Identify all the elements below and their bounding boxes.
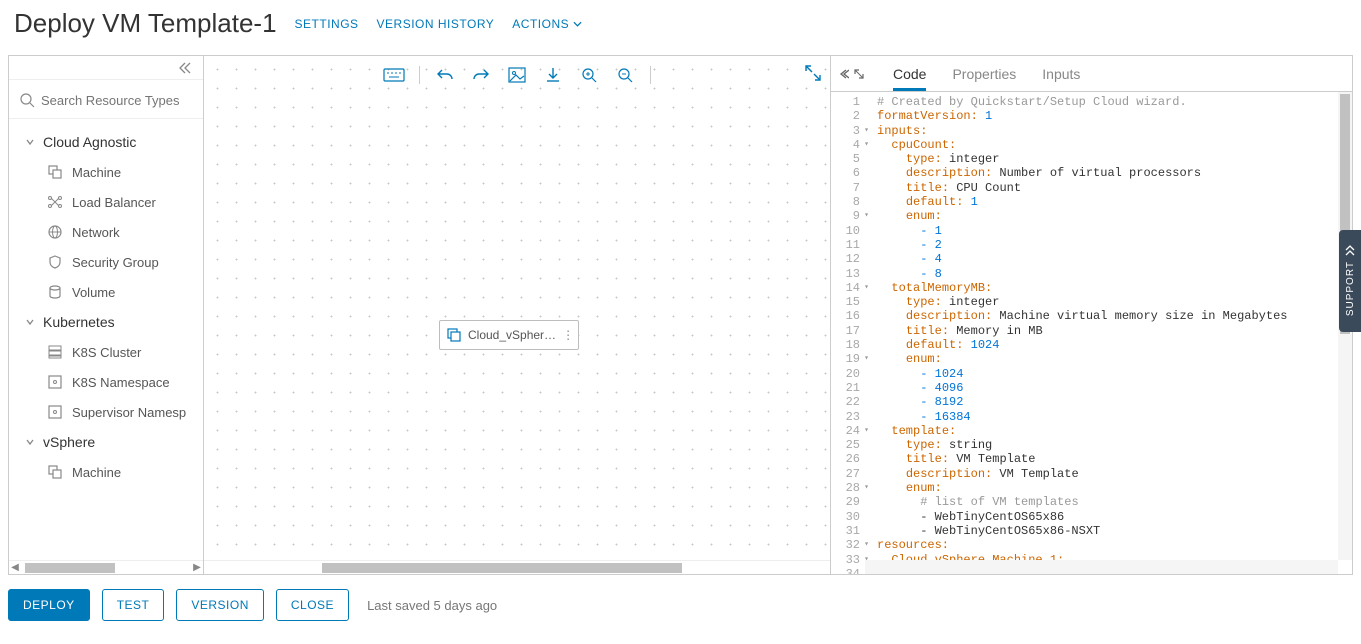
chevron-down-icon (25, 137, 35, 147)
resource-icon (47, 254, 63, 270)
code-tabs: Code Properties Inputs (831, 56, 1352, 92)
canvas-grid (204, 56, 830, 560)
node-menu-icon[interactable]: ⋮ (562, 328, 573, 342)
canvas-toolbar (383, 64, 651, 86)
resource-sidebar: Cloud Agnostic Machine Load Balancer Networ… (9, 56, 204, 574)
canvas-node[interactable]: Cloud_vSpher… ⋮ (439, 320, 579, 350)
actions-menu[interactable]: ACTIONS (512, 17, 582, 31)
resource-icon (47, 284, 63, 300)
design-canvas[interactable]: Cloud_vSpher… ⋮ (204, 56, 830, 560)
canvas-hscroll[interactable] (204, 560, 830, 574)
actions-label: ACTIONS (512, 17, 569, 31)
resource-icon (47, 404, 63, 420)
download-icon[interactable] (542, 64, 564, 86)
code-panel: Code Properties Inputs 12345678910111213… (830, 56, 1352, 574)
resource-icon (47, 224, 63, 240)
page-title: Deploy VM Template-1 (14, 8, 277, 39)
group-label: vSphere (43, 434, 95, 450)
tree-item[interactable]: Load Balancer (15, 187, 203, 217)
tab-code[interactable]: Code (893, 57, 926, 91)
chevron-down-icon (25, 317, 35, 327)
collapse-left-icon (177, 60, 193, 76)
test-button[interactable]: TEST (102, 589, 165, 621)
chevron-down-icon (25, 437, 35, 447)
footer: DEPLOY TEST VERSION CLOSE Last saved 5 d… (0, 575, 1361, 635)
tree-item[interactable]: K8S Cluster (15, 337, 203, 367)
scrollbar-thumb[interactable] (25, 563, 115, 573)
tree-item[interactable]: Machine (15, 457, 203, 487)
item-label: Machine (72, 465, 121, 480)
tree-item[interactable]: K8S Namespace (15, 367, 203, 397)
save-status: Last saved 5 days ago (367, 598, 497, 613)
settings-link[interactable]: SETTINGS (295, 17, 359, 31)
support-label: SUPPORT (1345, 261, 1356, 316)
zoom-out-icon[interactable] (614, 64, 636, 86)
chevron-down-icon (573, 21, 582, 27)
undo-icon[interactable] (434, 64, 456, 86)
resource-icon (47, 164, 63, 180)
item-label: Network (72, 225, 120, 240)
editor-gutter: 1234567891011121314151617181920212223242… (831, 92, 865, 574)
sidebar-hscroll[interactable]: ◀ ▶ (9, 560, 203, 574)
item-label: K8S Cluster (72, 345, 141, 360)
item-label: Volume (72, 285, 115, 300)
image-icon[interactable] (506, 64, 528, 86)
search-icon (19, 92, 35, 108)
resource-tree[interactable]: Cloud Agnostic Machine Load Balancer Networ… (9, 119, 203, 560)
tree-group[interactable]: vSphere (15, 427, 203, 457)
scroll-right-icon[interactable]: ▶ (191, 562, 203, 573)
yaml-editor[interactable]: 1234567891011121314151617181920212223242… (831, 92, 1352, 574)
keyboard-icon[interactable] (383, 64, 405, 86)
tree-item[interactable]: Volume (15, 277, 203, 307)
group-label: Cloud Agnostic (43, 134, 136, 150)
item-label: Load Balancer (72, 195, 156, 210)
editor-body[interactable]: # Created by Quickstart/Setup Cloud wiza… (865, 92, 1352, 574)
version-button[interactable]: VERSION (176, 589, 264, 621)
sidebar-collapse-button[interactable] (9, 56, 203, 80)
tree-item[interactable]: Network (15, 217, 203, 247)
tab-inputs[interactable]: Inputs (1042, 57, 1080, 91)
deploy-button[interactable]: DEPLOY (8, 589, 90, 621)
item-label: Supervisor Namesp (72, 405, 186, 420)
support-tab[interactable]: SUPPORT (1339, 230, 1361, 332)
item-label: Security Group (72, 255, 159, 270)
zoom-in-icon[interactable] (578, 64, 600, 86)
tree-item[interactable]: Security Group (15, 247, 203, 277)
design-canvas-wrap: Cloud_vSpher… ⋮ (204, 56, 830, 574)
close-button[interactable]: CLOSE (276, 589, 349, 621)
page-header: Deploy VM Template-1 SETTINGS VERSION HI… (0, 0, 1361, 55)
editor-hscroll[interactable] (865, 560, 1338, 574)
workspace: Cloud Agnostic Machine Load Balancer Networ… (8, 55, 1353, 575)
collapse-up-icon (1344, 245, 1356, 257)
tree-item[interactable]: Machine (15, 157, 203, 187)
search-input[interactable] (41, 93, 193, 108)
tree-group[interactable]: Cloud Agnostic (15, 127, 203, 157)
expand-canvas-button[interactable] (804, 64, 822, 82)
resource-icon (47, 374, 63, 390)
sidebar-search[interactable] (9, 80, 203, 119)
redo-icon[interactable] (470, 64, 492, 86)
resource-icon (47, 344, 63, 360)
vm-stack-icon (446, 327, 462, 343)
group-label: Kubernetes (43, 314, 115, 330)
tree-item[interactable]: Supervisor Namesp (15, 397, 203, 427)
resource-icon (47, 464, 63, 480)
item-label: Machine (72, 165, 121, 180)
scrollbar-thumb[interactable] (322, 563, 682, 573)
resource-icon (47, 194, 63, 210)
scroll-left-icon[interactable]: ◀ (9, 562, 21, 573)
tree-group[interactable]: Kubernetes (15, 307, 203, 337)
node-label: Cloud_vSpher… (468, 328, 556, 342)
expand-code-button[interactable] (839, 68, 865, 80)
item-label: K8S Namespace (72, 375, 170, 390)
version-history-link[interactable]: VERSION HISTORY (377, 17, 495, 31)
tab-properties[interactable]: Properties (952, 57, 1016, 91)
